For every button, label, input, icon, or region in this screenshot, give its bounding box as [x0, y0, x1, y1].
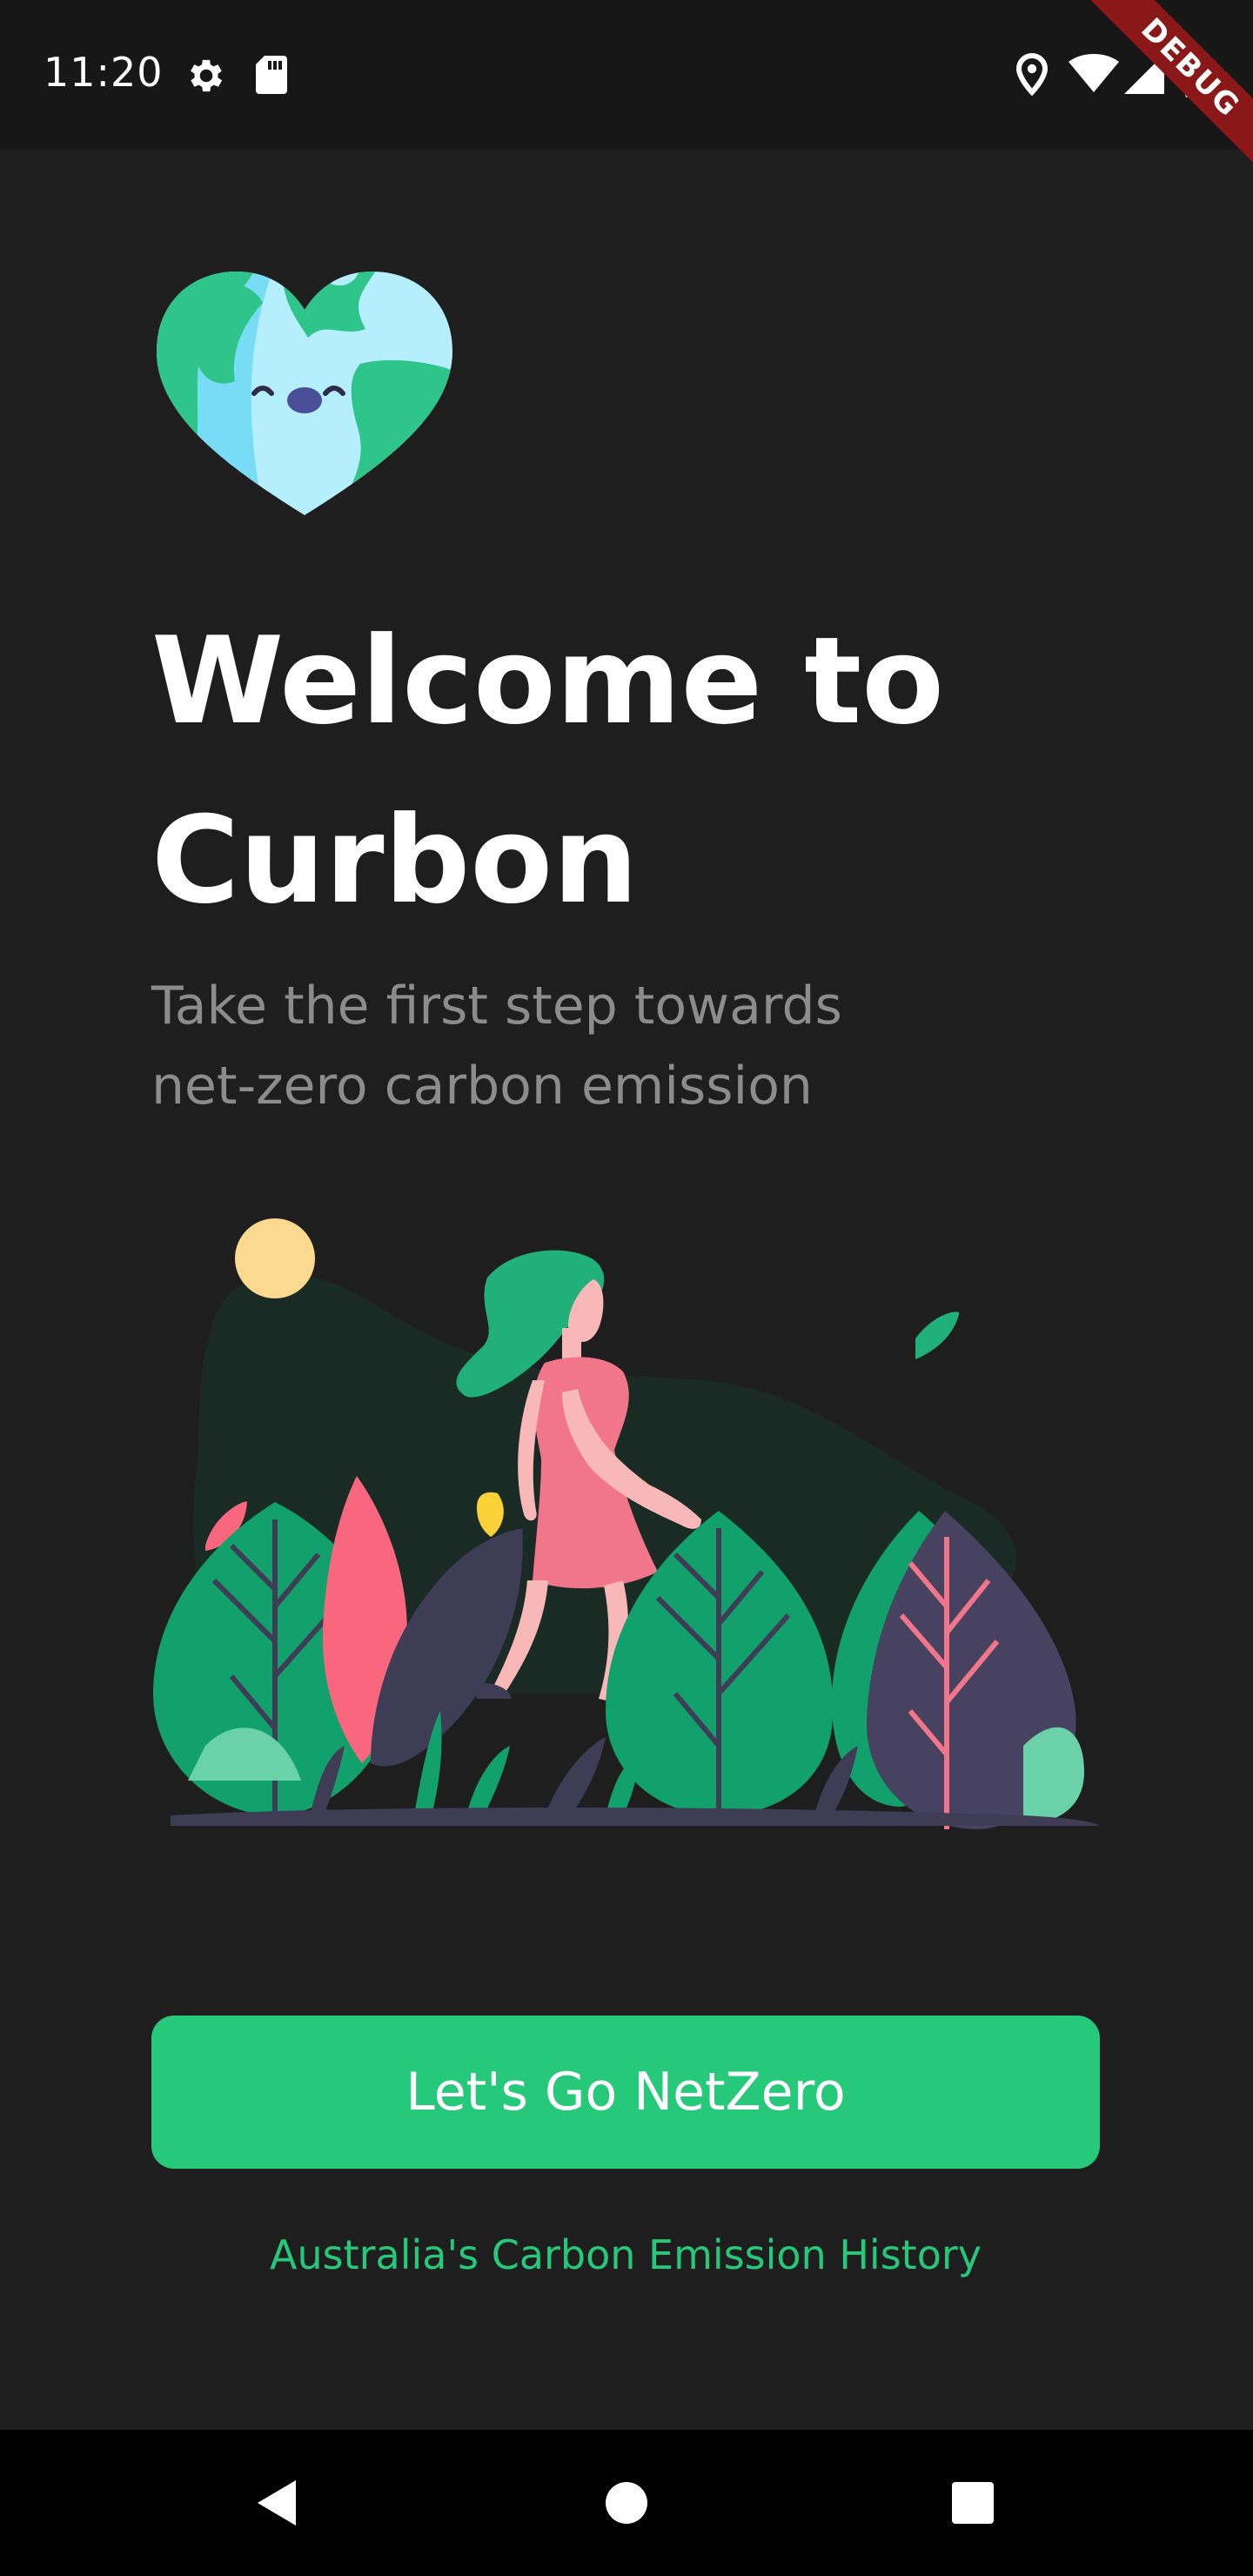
earth-heart-icon: [151, 268, 458, 519]
debug-banner: DEBUG: [1027, 0, 1253, 226]
title-line-2: Curbon: [151, 790, 639, 930]
welcome-screen: 11:20 DEBUG Welcome to Curbon Take the f…: [0, 0, 1253, 2576]
woman-walking-in-nature-illustration: [153, 1206, 1100, 1868]
back-icon[interactable]: [190, 2430, 364, 2576]
status-time: 11:20: [44, 49, 164, 96]
status-bar: 11:20 DEBUG: [0, 0, 1253, 177]
lets-go-netzero-button[interactable]: Let's Go NetZero: [151, 2016, 1100, 2169]
sd-card-icon: [254, 54, 289, 99]
gear-icon: [184, 54, 228, 101]
page-title: Welcome to Curbon: [151, 592, 1109, 950]
page-subtitle: Take the first step towards net-zero car…: [151, 976, 842, 1117]
debug-label: DEBUG: [1082, 0, 1253, 177]
title-line-1: Welcome to: [151, 611, 945, 751]
carbon-emission-history-link[interactable]: Australia's Carbon Emission History: [151, 2224, 1100, 2285]
recents-icon[interactable]: [886, 2430, 1060, 2576]
navigation-bar: [0, 2430, 1253, 2576]
home-icon[interactable]: [539, 2430, 714, 2576]
